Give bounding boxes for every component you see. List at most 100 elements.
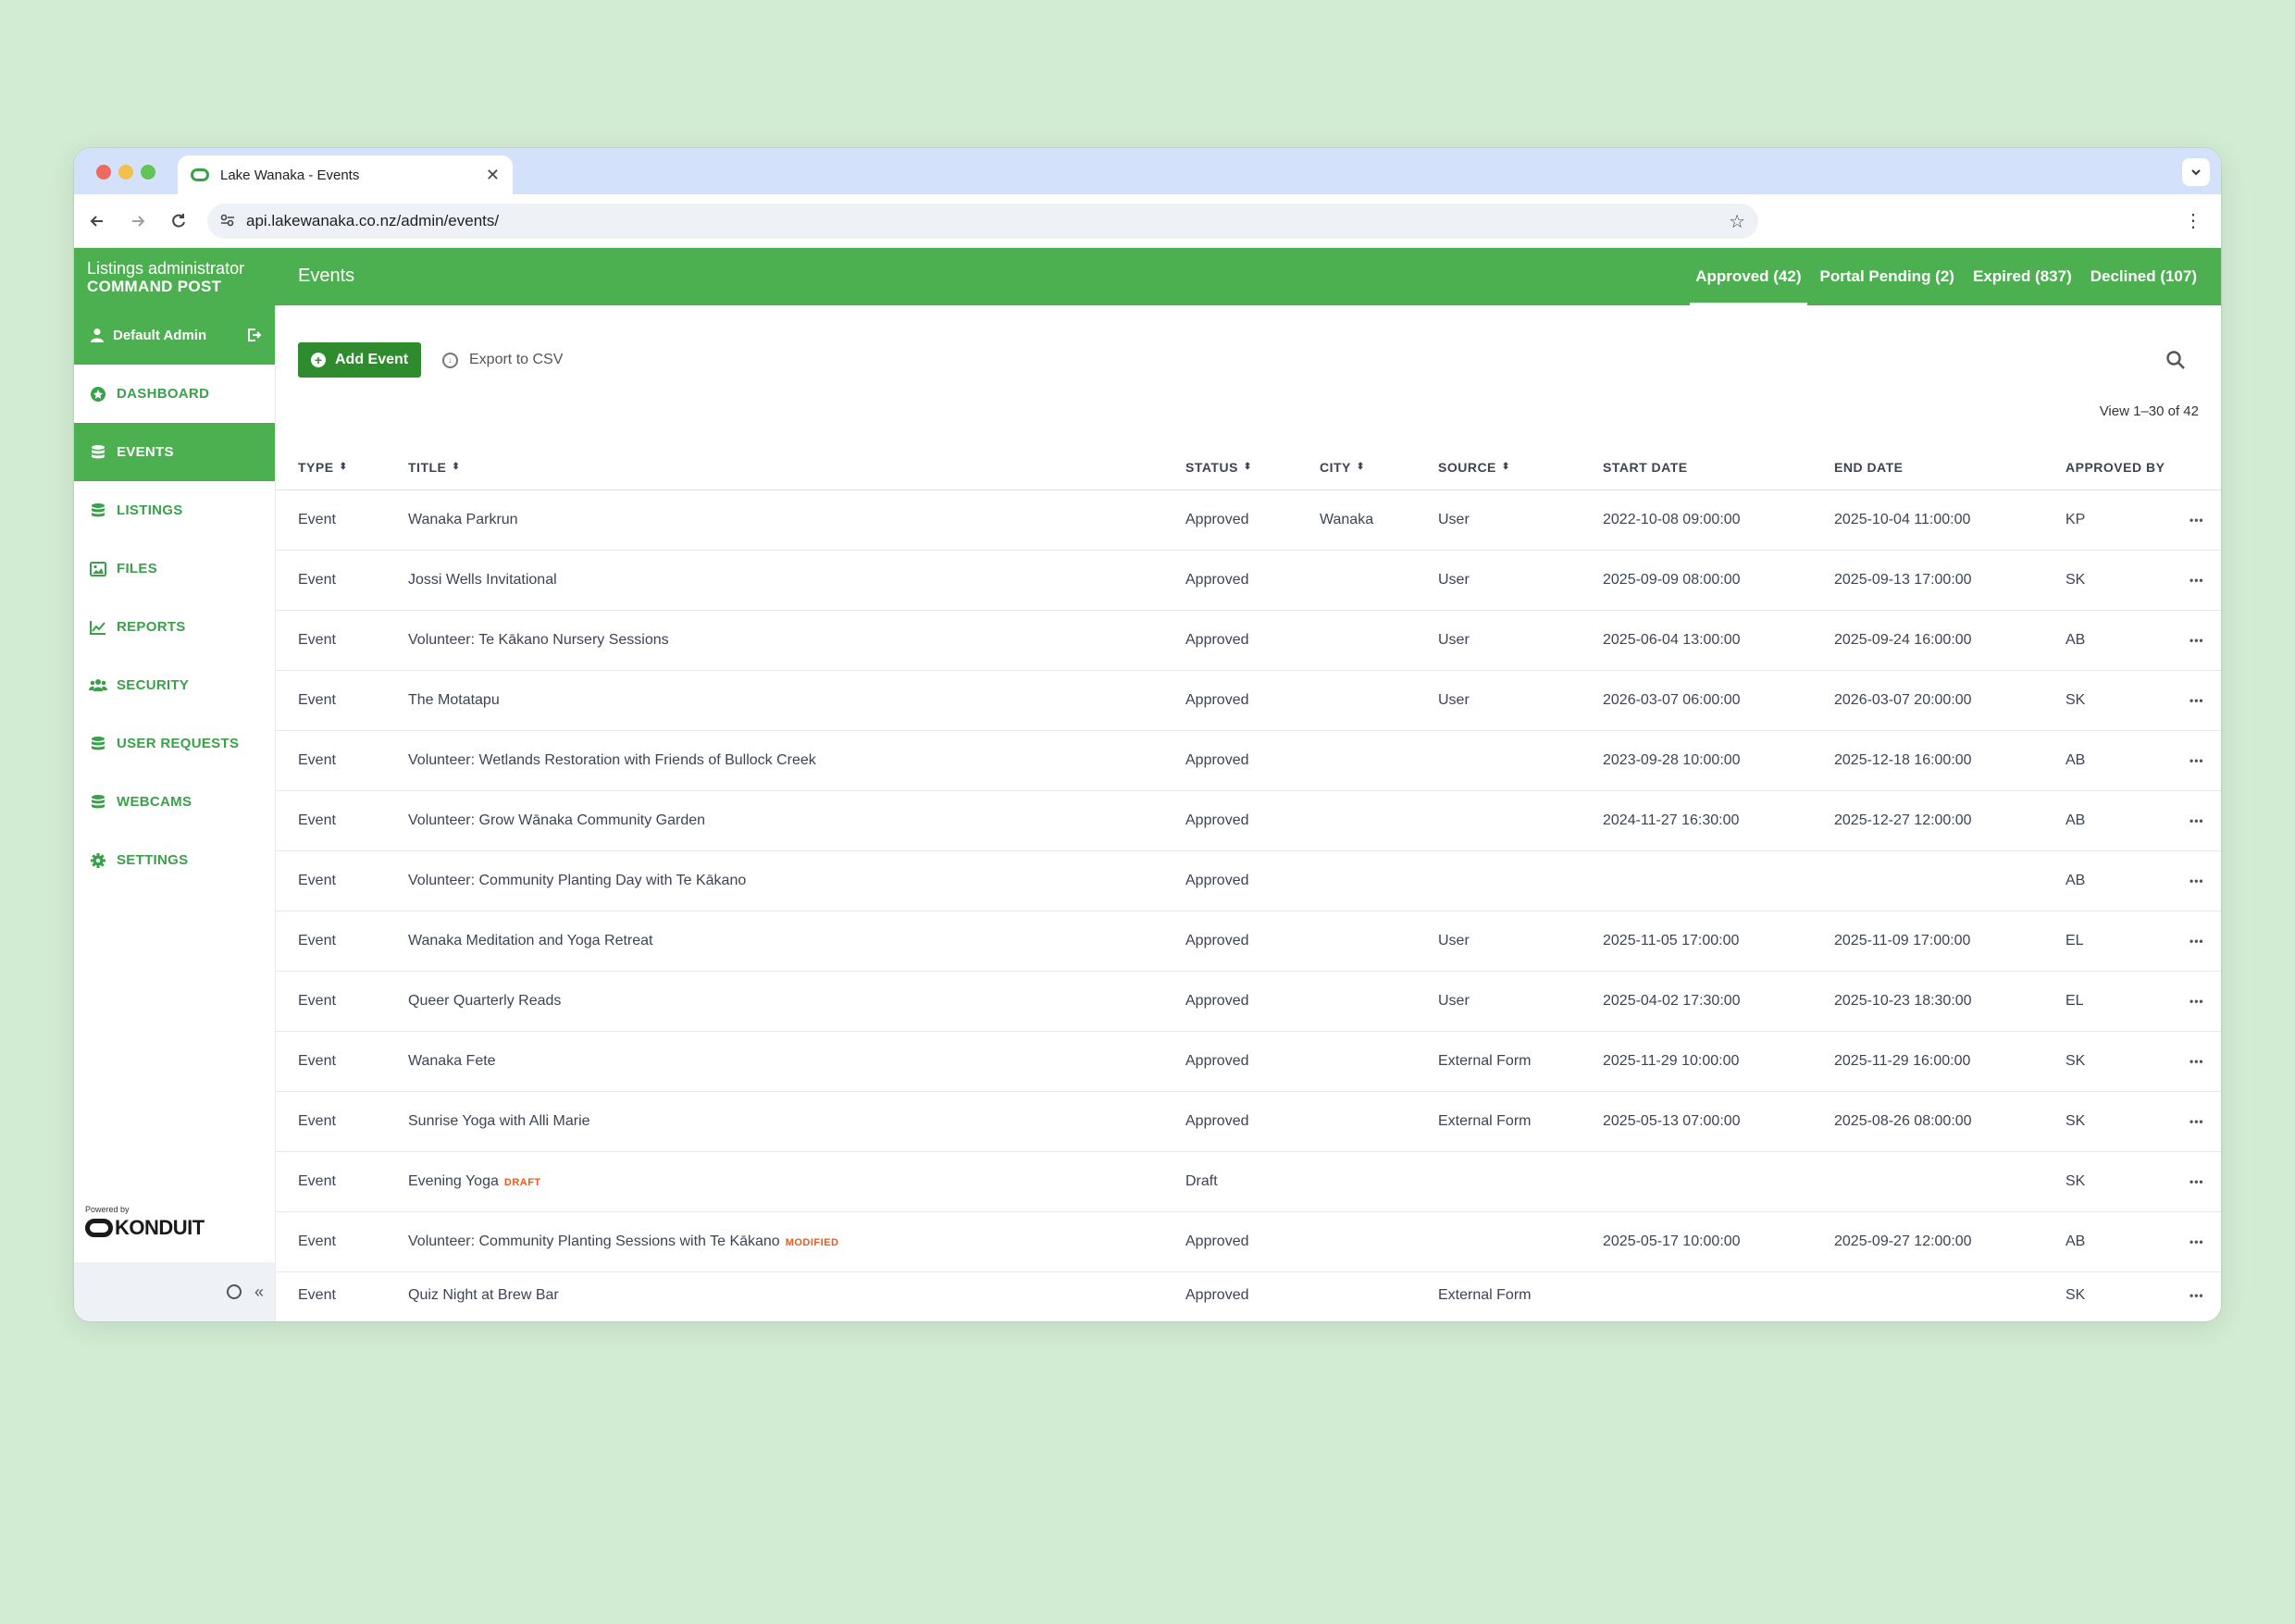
row-actions-icon[interactable]: ••• [2190, 1289, 2204, 1302]
cell-status: Approved [1185, 1233, 1249, 1250]
address-bar[interactable]: api.lakewanaka.co.nz/admin/events/ ☆ [207, 204, 1758, 239]
theme-toggle-icon[interactable] [226, 1284, 242, 1299]
sidebar-item-user-requests[interactable]: USER REQUESTS [74, 714, 275, 773]
sidebar-item-files[interactable]: FILES [74, 539, 275, 598]
cell-title[interactable]: Queer Quarterly Reads [408, 993, 561, 1010]
cell-type-text: Event [298, 1287, 336, 1303]
row-actions-icon[interactable]: ••• [2190, 814, 2204, 827]
cell-title[interactable]: Volunteer: Wetlands Restoration with Fri… [408, 752, 816, 769]
cell-type: Event [298, 512, 336, 528]
sort-icon: ⬍ [1501, 462, 1510, 472]
forward-button[interactable] [124, 207, 152, 235]
logout-icon[interactable] [245, 327, 262, 343]
table-row[interactable]: Event Jossi Wells Invitational Approved Use… [276, 551, 2221, 611]
row-actions-icon[interactable]: ••• [2190, 995, 2204, 1008]
table-row[interactable]: Event Quiz Night at Brew Bar Approved Exter… [276, 1272, 2221, 1319]
sort-icon: ⬍ [1356, 462, 1365, 472]
sidebar-item-dashboard[interactable]: DASHBOARD [74, 365, 275, 423]
cell-start-date: 2026-03-07 06:00:00 [1603, 692, 1741, 709]
cell-title[interactable]: Volunteer: Te Kākano Nursery Sessions [408, 632, 669, 649]
close-tab-icon[interactable]: ✕ [486, 166, 500, 185]
cell-start-date-text: 2023-09-28 10:00:00 [1603, 752, 1741, 768]
row-actions-icon[interactable]: ••• [2190, 754, 2204, 767]
cell-type: Event [298, 812, 336, 829]
column-title-header[interactable]: TITLE ⬍ [408, 460, 460, 475]
tab-expired[interactable]: Expired (837) [1967, 248, 2078, 305]
reload-button[interactable] [165, 207, 192, 235]
cell-title[interactable]: Sunrise Yoga with Alli Marie [408, 1113, 590, 1130]
table-row[interactable]: Event Volunteer: Wetlands Restoration wit… [276, 731, 2221, 791]
bookmark-star-icon[interactable]: ☆ [1729, 210, 1745, 233]
table-row[interactable]: Event The Motatapu Approved User 2026-03-07 … [276, 671, 2221, 731]
cell-title[interactable]: Evening Yoga DRAFT [408, 1173, 541, 1190]
browser-tab[interactable]: Lake Wanaka - Events ✕ [178, 155, 513, 194]
sidebar-item-events[interactable]: EVENTS [74, 423, 275, 481]
cell-type-text: Event [298, 752, 336, 768]
cell-status-text: Approved [1185, 1287, 1249, 1303]
column-status-header[interactable]: STATUS ⬍ [1185, 460, 1252, 475]
row-actions-icon[interactable]: ••• [2190, 1115, 2204, 1128]
row-actions-icon[interactable]: ••• [2190, 694, 2204, 707]
tab-declined[interactable]: Declined (107) [2085, 248, 2202, 305]
table-row[interactable]: Event Volunteer: Te Kākano Nursery Sessio… [276, 611, 2221, 671]
cell-status-text: Approved [1185, 572, 1249, 588]
table-row[interactable]: Event Queer Quarterly Reads Approved User 20… [276, 972, 2221, 1032]
site-settings-icon[interactable] [220, 214, 235, 229]
sidebar-item-listings[interactable]: LISTINGS [74, 481, 275, 539]
row-actions-icon[interactable]: ••• [2190, 1235, 2204, 1248]
cell-title[interactable]: Wanaka Fete [408, 1053, 496, 1070]
collapse-sidebar-icon[interactable]: « [254, 1283, 264, 1302]
cell-title[interactable]: The Motatapu [408, 692, 500, 709]
browser-menu-icon[interactable]: ⋮ [2184, 209, 2202, 232]
cell-approved-by: EL [2066, 993, 2084, 1010]
url-text: api.lakewanaka.co.nz/admin/events/ [246, 212, 500, 229]
row-actions-icon[interactable]: ••• [2190, 1175, 2204, 1188]
table-row[interactable]: Event Volunteer: Grow Wānaka Community Ga… [276, 791, 2221, 851]
row-actions-icon[interactable]: ••• [2190, 874, 2204, 887]
cell-type-text: Event [298, 812, 336, 828]
table-row[interactable]: Event Wanaka Fete Approved External Form 202… [276, 1032, 2221, 1092]
tab-approved[interactable]: Approved (42) [1690, 248, 1807, 305]
cell-title-text: Quiz Night at Brew Bar [408, 1287, 559, 1303]
cell-title[interactable]: Volunteer: Community Planting Sessions w… [408, 1233, 838, 1250]
close-window-button[interactable] [96, 165, 111, 180]
table-row[interactable]: Event Wanaka Meditation and Yoga Retreat A… [276, 911, 2221, 972]
cell-end-date: 2025-09-13 17:00:00 [1834, 572, 1972, 589]
cell-title[interactable]: Wanaka Meditation and Yoga Retreat [408, 933, 652, 949]
row-actions-icon[interactable]: ••• [2190, 935, 2204, 948]
column-city-header[interactable]: CITY ⬍ [1320, 460, 1365, 475]
column-source-header[interactable]: SOURCE ⬍ [1438, 460, 1510, 475]
sidebar-item-security[interactable]: SECURITY [74, 656, 275, 714]
cell-title[interactable]: Volunteer: Community Planting Day with T… [408, 873, 746, 889]
table-row[interactable]: Event Sunrise Yoga with Alli Marie Approve… [276, 1092, 2221, 1152]
row-actions-icon[interactable]: ••• [2190, 514, 2204, 527]
cell-type-text: Event [298, 1173, 336, 1189]
table-row[interactable]: Event Volunteer: Community Planting Day w… [276, 851, 2221, 911]
column-type-header[interactable]: TYPE ⬍ [298, 460, 347, 475]
minimize-window-button[interactable] [118, 165, 133, 180]
sidebar-item-settings[interactable]: SETTINGS [74, 831, 275, 889]
cell-title[interactable]: Quiz Night at Brew Bar [408, 1287, 559, 1304]
table-row[interactable]: Event Volunteer: Community Planting Sessi… [276, 1212, 2221, 1272]
tab-search-button[interactable] [2182, 158, 2210, 186]
row-actions-icon[interactable]: ••• [2190, 1055, 2204, 1068]
table-row[interactable]: Event Evening Yoga DRAFT Draft SK ••• [276, 1152, 2221, 1212]
export-csv-button[interactable]: ↓ Export to CSV [442, 342, 563, 378]
add-event-button[interactable]: + Add Event [298, 342, 422, 378]
cell-title[interactable]: Jossi Wells Invitational [408, 572, 557, 589]
row-actions-icon[interactable]: ••• [2190, 634, 2204, 647]
row-actions-icon[interactable]: ••• [2190, 574, 2204, 587]
sidebar-item-webcams[interactable]: WEBCAMS [74, 773, 275, 831]
pagination-count: View 1–30 of 42 [2099, 403, 2199, 419]
search-button[interactable] [2165, 350, 2188, 372]
table-row[interactable]: Event Wanaka Parkrun Approved Wanaka User 202… [276, 490, 2221, 551]
image-icon [89, 560, 107, 578]
cell-title[interactable]: Volunteer: Grow Wānaka Community Garden [408, 812, 705, 829]
cell-title[interactable]: Wanaka Parkrun [408, 512, 518, 528]
maximize-window-button[interactable] [141, 165, 155, 180]
back-button[interactable] [83, 207, 111, 235]
cell-status: Approved [1185, 692, 1249, 709]
cell-approved-by-text: SK [2066, 572, 2086, 588]
tab-portal-pending[interactable]: Portal Pending (2) [1815, 248, 1960, 305]
sidebar-item-reports[interactable]: REPORTS [74, 598, 275, 656]
